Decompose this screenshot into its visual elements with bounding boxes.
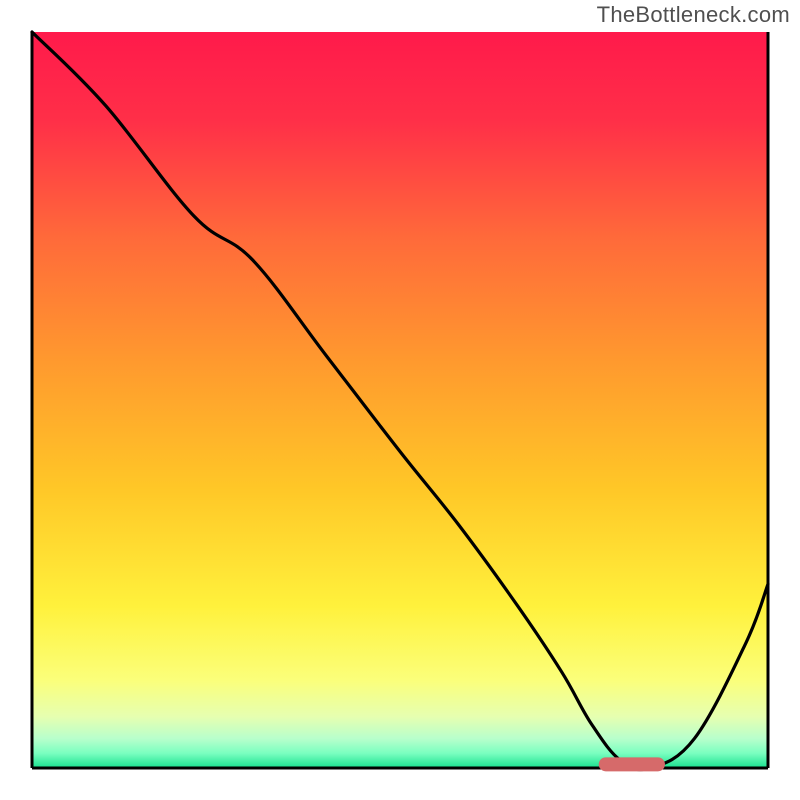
plot-gradient (32, 32, 768, 768)
optimal-marker (599, 757, 665, 771)
bottleneck-chart (0, 0, 800, 800)
